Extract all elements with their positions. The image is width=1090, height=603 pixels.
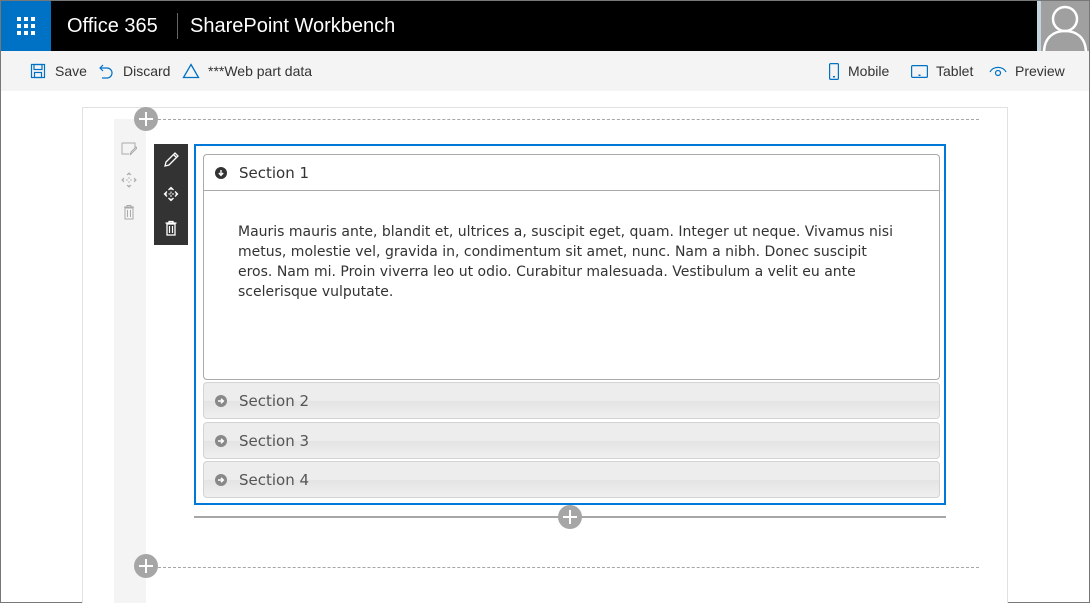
edit-section-icon[interactable] [121,141,138,157]
tablet-label: Tablet [936,63,974,79]
collapsed-arrow-icon [215,434,227,447]
avatar[interactable] [1037,1,1089,51]
section-title: Section 3 [239,431,310,450]
command-bar: Save Discard ***Web part data Mobile Tab… [1,51,1089,91]
accordion-header-section-3[interactable]: Section 3 [203,422,940,459]
suite-bar: Office 365 SharePoint Workbench [1,1,1089,51]
app-launcher-button[interactable] [1,1,51,51]
app-launcher-icon [17,17,35,35]
expanded-arrow-icon [215,166,227,179]
move-icon[interactable] [162,185,180,203]
preview-label: Preview [1015,63,1065,79]
app-title: SharePoint Workbench [190,15,396,37]
web-part-toolbar [154,144,188,245]
web-part-data-button[interactable]: ***Web part data [182,63,312,79]
section-divider [158,567,979,568]
accordion-header-section-4[interactable]: Section 4 [203,461,940,498]
section-rail [114,119,146,603]
eye-icon [989,63,1007,79]
mobile-label: Mobile [848,63,890,79]
accordion-section-1: Section 1 Mauris mauris ante, blandit et… [203,154,940,380]
edit-icon[interactable] [162,151,180,169]
add-section-button[interactable] [134,107,158,131]
mobile-button[interactable]: Mobile [828,62,890,80]
person-icon [1042,5,1088,51]
move-section-icon[interactable] [121,172,137,188]
save-button[interactable]: Save [29,63,87,79]
save-label: Save [55,63,87,79]
accordion-header-section-2[interactable]: Section 2 [203,382,940,419]
web-part-data-label: ***Web part data [208,63,313,79]
section-content: Mauris mauris ante, blandit et, ultrices… [238,224,893,300]
preview-button[interactable]: Preview [989,63,1065,79]
add-web-part-button[interactable] [558,505,582,529]
brand-name[interactable]: Office 365 [67,15,158,38]
collapsed-arrow-icon [215,394,227,407]
save-icon [29,63,47,79]
tablet-icon [910,63,928,79]
add-section-button[interactable] [134,554,158,578]
section-title: Section 4 [239,470,310,489]
triangle-icon [182,63,200,79]
collapsed-arrow-icon [215,473,227,486]
discard-button[interactable]: Discard [97,63,170,79]
delete-icon[interactable] [162,219,180,237]
tablet-button[interactable]: Tablet [910,63,973,79]
accordion-header-section-1[interactable]: Section 1 [204,155,939,191]
undo-icon [97,63,115,79]
discard-label: Discard [123,63,171,79]
section-title: Section 1 [239,163,310,182]
accordion-web-part[interactable]: Section 1 Mauris mauris ante, blandit et… [194,144,946,505]
delete-section-icon[interactable] [121,204,137,220]
mobile-icon [828,62,840,80]
section-divider [158,119,979,120]
section-title: Section 2 [239,391,310,410]
title-divider [177,13,178,39]
